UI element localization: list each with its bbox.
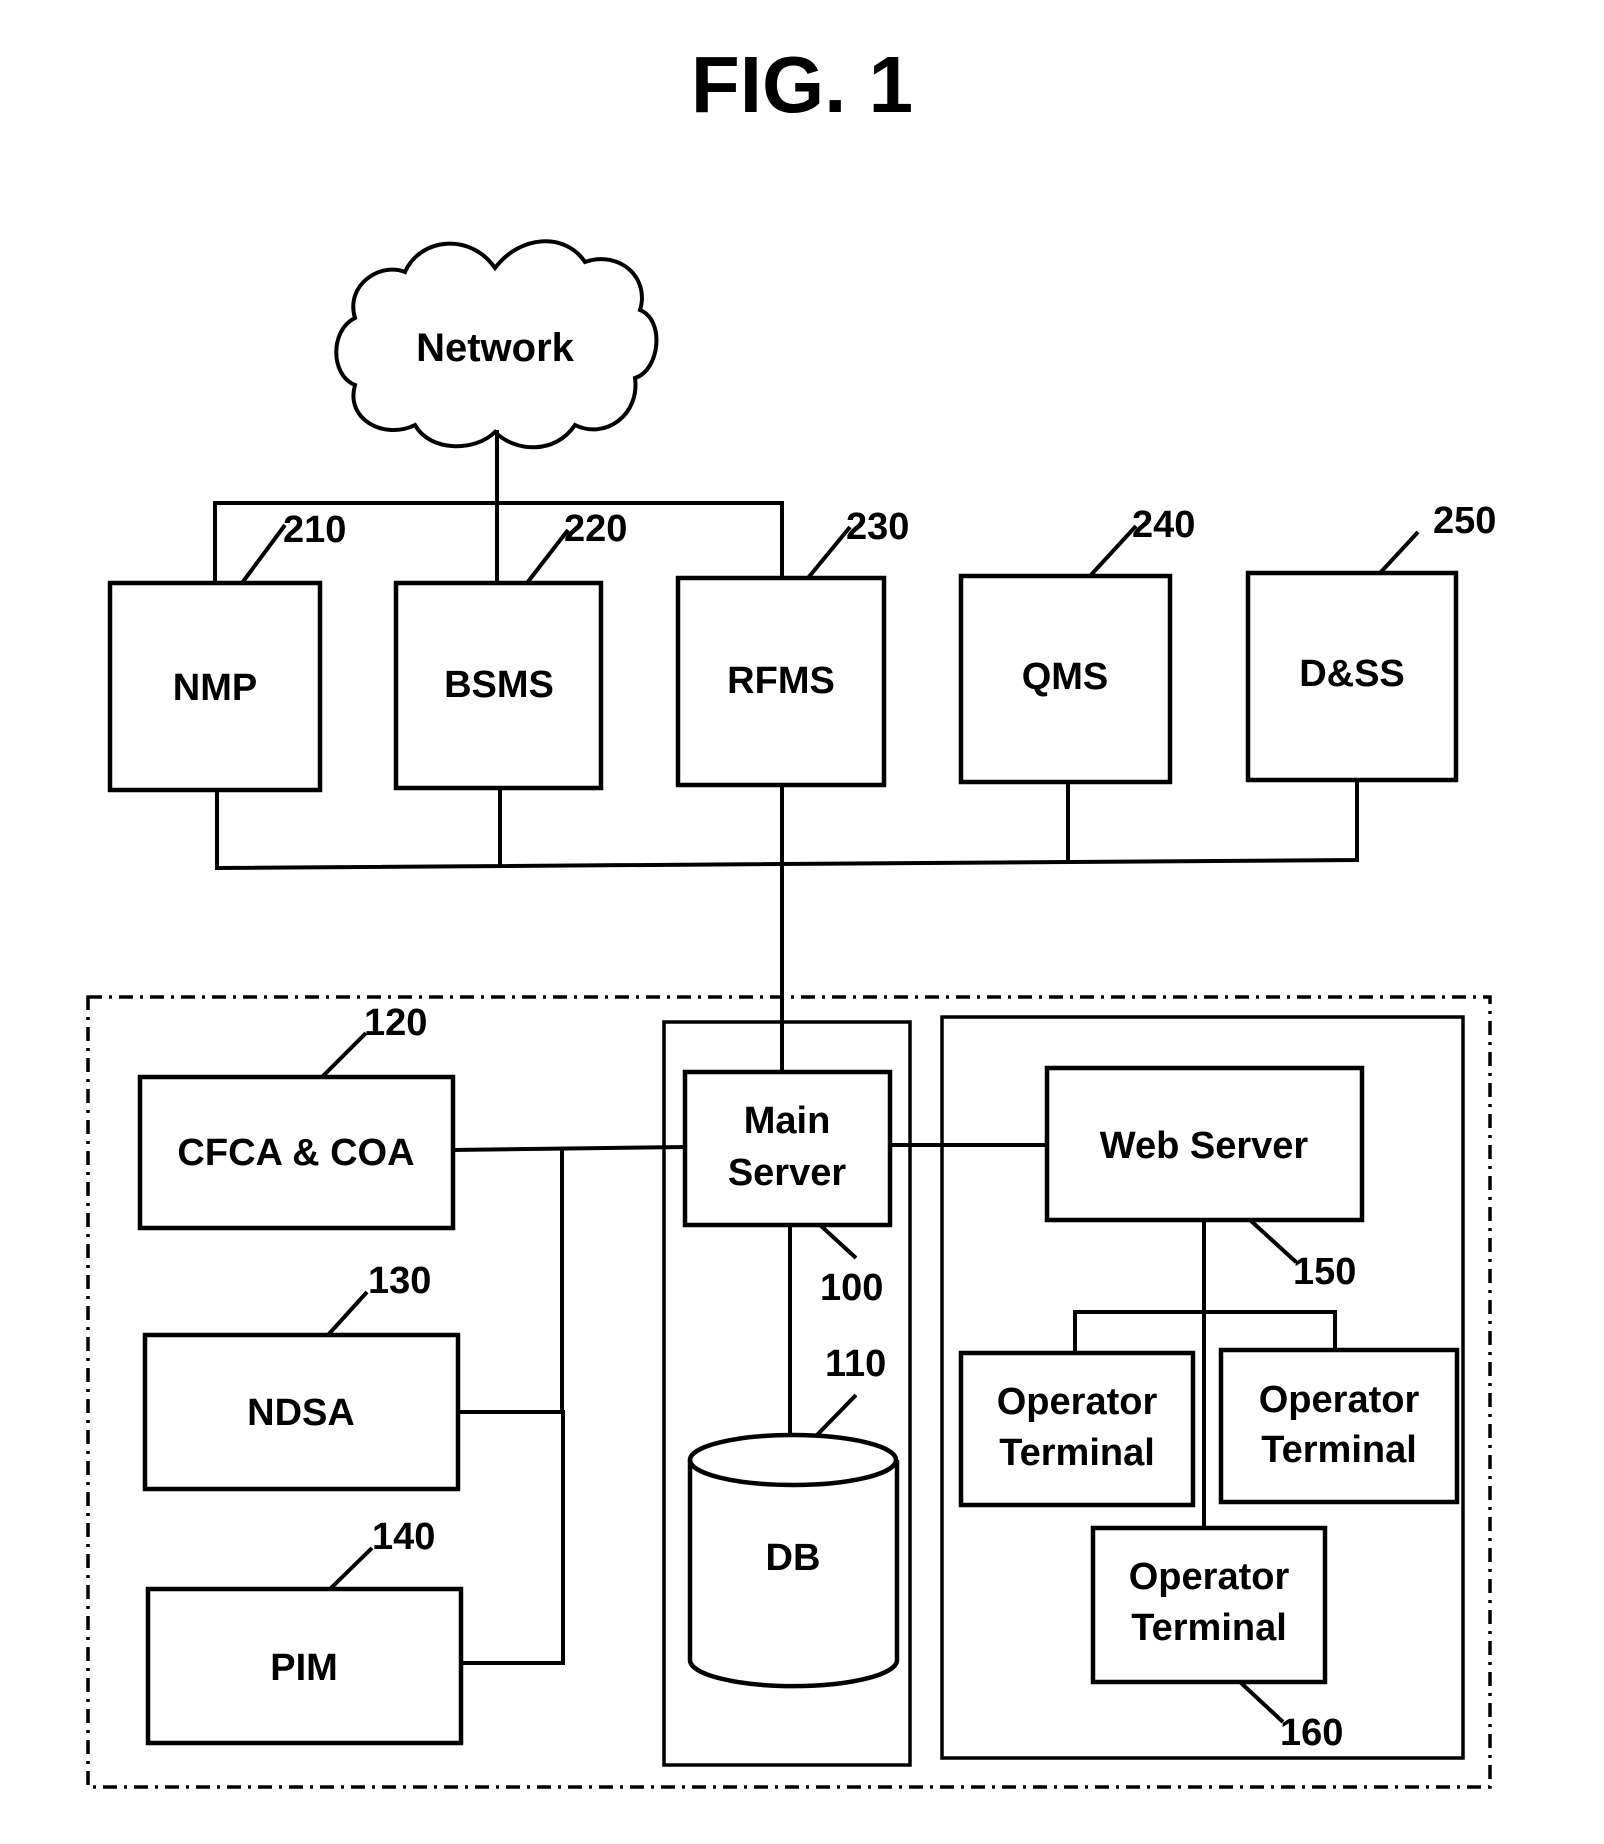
rfms-ref-leader [806,525,852,580]
operator-terminal-2-box [1218,1347,1460,1505]
operator-terminal-3-line1: Operator [1129,1556,1290,1598]
figure-title: FIG. 1 [691,40,913,129]
external-bus-line [215,778,1359,871]
network-cloud: Network [334,239,659,450]
external-system-qms: QMS 240 [958,504,1195,785]
nmp-ref: 210 [283,509,346,551]
web-server-label: Web Server [1100,1125,1309,1167]
pim-connector [459,1410,565,1665]
db-ref-leader [815,1393,858,1437]
db-label: DB [766,1537,821,1579]
qms-ref-leader [1088,524,1138,578]
operator-terminal-1-box [958,1350,1196,1508]
cfca-ref-leader [320,1031,368,1079]
main-server-label-line1: Main [744,1100,831,1142]
dss-label: D&SS [1299,653,1405,695]
rfms-ref: 230 [846,506,909,548]
main-server-ref: 100 [820,1267,883,1309]
main-server-label-line2: Server [728,1152,847,1194]
qms-label: QMS [1022,656,1109,698]
operator-terminal-2-line2: Terminal [1261,1429,1417,1471]
pim-ref: 140 [372,1516,435,1558]
cfca-to-main-server-line [450,1144,688,1153]
operator-terminal-3-line2: Terminal [1131,1607,1287,1649]
pim-label: PIM [270,1647,338,1689]
operator-terminal-3-ref-leader [1238,1680,1285,1724]
qms-ref: 240 [1132,504,1195,546]
external-system-dss: D&SS 250 [1245,500,1496,783]
cfca-ref: 120 [364,1002,427,1044]
center-group: Main Server 100 DB 110 [662,1020,912,1767]
dss-ref: 250 [1433,500,1496,542]
nmp-ref-leader [240,523,287,585]
db-cylinder: DB [687,1432,900,1689]
external-system-nmp: NMP 210 [107,509,346,793]
pim-ref-leader [328,1546,374,1591]
db-top-ellipse [687,1432,899,1488]
system-diagram: FIG. 1 Network NMP 210 BSMS 220 RFMS 230… [86,40,1496,1789]
operator-terminal-2-line1: Operator [1259,1379,1420,1421]
dss-ref-leader [1378,530,1420,575]
ndsa-ref-leader [326,1290,369,1337]
right-group: Web Server 150 Operator Terminal Operato… [888,1015,1465,1760]
network-connectors [213,430,784,585]
bsms-label: BSMS [444,664,554,706]
bsms-ref-leader [525,528,570,585]
main-server-box [682,1069,893,1228]
bsms-ref: 220 [564,508,627,550]
operator-terminal-3-box [1090,1525,1328,1685]
cfca-label: CFCA & COA [177,1132,414,1174]
external-system-rfms: RFMS 230 [675,506,909,788]
operator-terminal-3-ref: 160 [1280,1712,1343,1754]
main-server-ref-leader [818,1223,858,1260]
left-group: CFCA & COA 120 NDSA 130 PIM 140 [137,1002,688,1746]
ndsa-label: NDSA [247,1392,355,1434]
operator-terminal-1-line1: Operator [997,1381,1158,1423]
rfms-label: RFMS [727,660,835,702]
network-label: Network [416,326,575,370]
ndsa-connector [456,1148,564,1414]
nmp-label: NMP [173,667,257,709]
web-server-ref: 150 [1293,1251,1356,1293]
external-system-bsms: BSMS 220 [393,508,627,791]
db-ref: 110 [825,1343,886,1385]
operator-terminal-1-line2: Terminal [999,1432,1155,1474]
ndsa-ref: 130 [368,1260,431,1302]
web-server-ref-leader [1248,1218,1298,1264]
